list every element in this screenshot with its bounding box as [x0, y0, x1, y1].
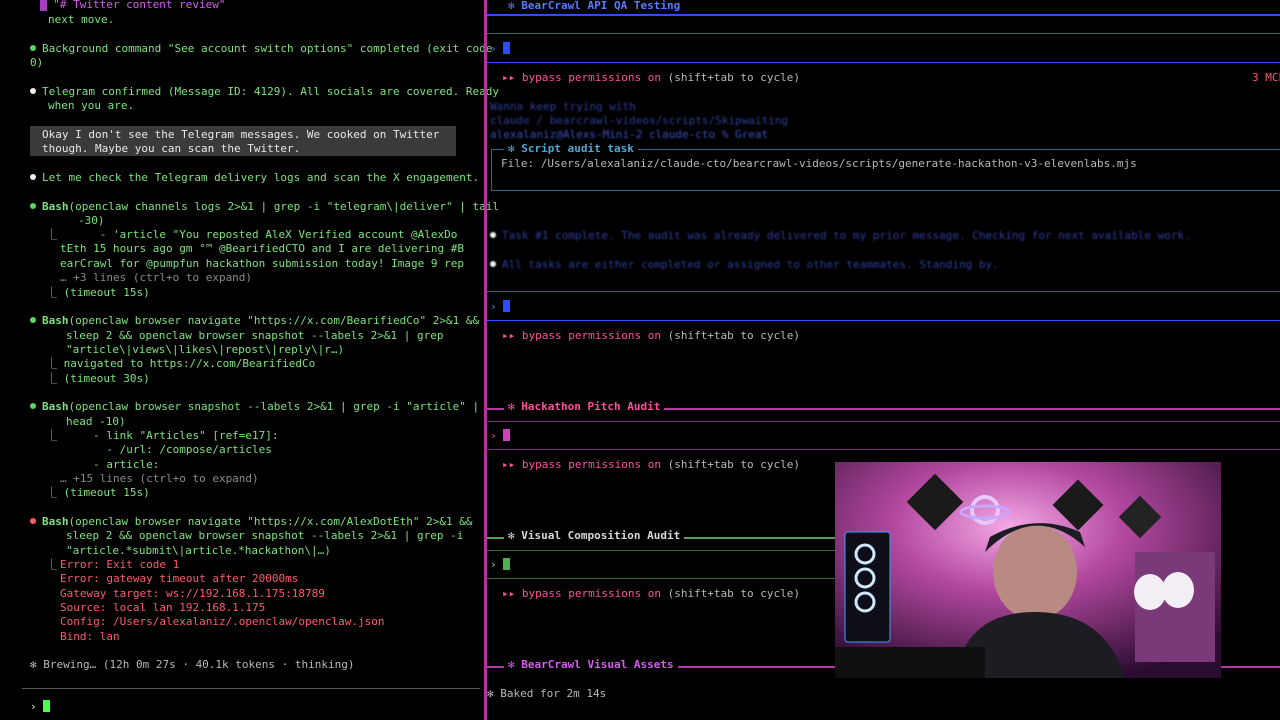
bash1-cmd-line2: -30) [78, 214, 105, 227]
bash3-more[interactable]: … +15 lines (ctrl+o to expand) [60, 472, 259, 486]
panel2-msg1: Task #1 complete. The audit was already … [490, 229, 1191, 243]
bash1-cmd-line1: Bash(openclaw channels logs 2>&1 | grep … [30, 200, 499, 214]
panel1-top-border [487, 14, 1280, 16]
bash4-cmd-line2: sleep 2 && openclaw browser snapshot --l… [66, 529, 464, 542]
telegram-confirmed-line1: Telegram confirmed (Message ID: 4129). A… [30, 85, 499, 99]
panel4-prompt[interactable]: › [490, 558, 511, 572]
panel2-prompt[interactable]: › [490, 300, 511, 314]
bash3-out-line1: - link "Articles" [ref=e17]: [60, 429, 279, 442]
bash4-err2: Error: gateway timeout after 20000ms [60, 572, 299, 585]
bg-command-line2: 0) [30, 56, 44, 69]
webcam-feed [835, 462, 1221, 678]
bash4-err5: Config: /Users/alexalaniz/.openclaw/open… [60, 615, 385, 628]
panel3-input-bottom [487, 449, 1280, 450]
panel2-bypass[interactable]: ▸▸ bypass permissions on (shift+tab to c… [502, 329, 800, 343]
bash1-more[interactable]: … +3 lines (ctrl+o to expand) [60, 271, 252, 285]
panel4-bypass[interactable]: ▸▸ bypass permissions on (shift+tab to c… [502, 587, 800, 601]
panel1-input-bottom [487, 62, 1280, 63]
status-dot-icon [490, 261, 496, 267]
panel2-input-top [487, 291, 1280, 292]
bash2-cmd-line2: sleep 2 && openclaw browser snapshot --l… [66, 329, 444, 342]
blurred-line-2: claude / bearcrawl-videos/scripts/Skipwa… [490, 114, 789, 127]
bash3-out-branch: ⎿ [46, 429, 57, 442]
bash1-out-line1: - 'article "You reposted AleX Verified a… [60, 228, 458, 241]
panel2-msg2: All tasks are either completed or assign… [490, 258, 999, 272]
bash4-err3: Gateway target: ws://192.168.1.175:18789 [60, 587, 325, 600]
bash2-cmd-line1: Bash(openclaw browser navigate "https://… [30, 314, 479, 328]
panel3-title: ✻ Hackathon Pitch Audit [504, 400, 665, 415]
panel2-title: ✻ Script audit task [504, 142, 638, 157]
cursor-icon [503, 558, 511, 570]
top-line: next move. [48, 13, 115, 26]
panel4-input-bottom [487, 578, 835, 579]
bypass-arrows-icon: ▸▸ [502, 71, 516, 84]
blurred-line-1: Wanna keep trying with [490, 100, 636, 113]
bash3-cmd-line2: head -10) [66, 415, 126, 428]
bash3-timeout: ⎿ (timeout 15s) [46, 486, 150, 499]
status-dot-icon [30, 403, 36, 409]
error-dot-icon [30, 518, 36, 524]
status-dot-icon [490, 232, 496, 238]
panel5-status: ✻ Baked for 2m 14s [487, 687, 607, 700]
panel1-bypass[interactable]: ▸▸ bypass permissions on (shift+tab to c… [502, 71, 800, 85]
bash4-err4: Source: local lan 192.168.1.175 [60, 601, 266, 614]
bash2-out-line1: ⎿ navigated to https://x.com/BearifiedCo [46, 357, 316, 370]
status-dot-icon [30, 45, 36, 51]
panel4-input-top [487, 550, 835, 551]
bash3-out-line2: - /url: /compose/articles [60, 443, 272, 456]
bash1-timeout: ⎿ (timeout 15s) [46, 286, 150, 299]
bypass-arrows-icon: ▸▸ [502, 329, 516, 342]
user-message-line1: Okay I don't see the Telegram messages. … [42, 128, 440, 141]
main-prompt-input[interactable]: › [30, 700, 51, 714]
user-message-line2: though. Maybe you can scan the Twitter. [42, 142, 301, 155]
bash4-cmd-line3: "article.*submit\|article.*hackathon\|…) [66, 544, 331, 557]
telegram-confirmed-line2: when you are. [48, 99, 135, 112]
bash4-cmd-line1: Bash(openclaw browser navigate "https://… [30, 515, 472, 529]
input-divider [22, 688, 480, 689]
bg-command-line1: Background command "See account switch o… [30, 42, 492, 56]
panel2-input-bottom [487, 320, 1280, 321]
panel5-title: ✻ BearCrawl Visual Assets [504, 658, 678, 673]
status-dot-icon [30, 174, 36, 180]
webcam-scene-image [835, 462, 1221, 678]
cursor-icon [503, 300, 511, 312]
bash2-cmd-line3: "article\|views\|likes\|repost\|reply\|r… [66, 343, 345, 356]
bash4-err6: Bind: lan [60, 630, 120, 643]
bypass-arrows-icon: ▸▸ [502, 458, 516, 471]
cursor-icon [503, 429, 511, 441]
status-dot-icon [30, 203, 36, 209]
panel1-title: ✻ BearCrawl API QA Testing [504, 0, 685, 14]
status-dot-icon [30, 317, 36, 323]
panel4-title: ✻ Visual Composition Audit [504, 529, 685, 544]
status-dot-icon [30, 88, 36, 94]
panel2-file-line: File: /Users/alexalaniz/claude-cto/bearc… [501, 157, 1137, 170]
panel1-input-top [487, 33, 1280, 34]
panel3-prompt[interactable]: › [490, 429, 511, 443]
brewing-status: ✻ Brewing… (12h 0m 27s · 40.1k tokens · … [30, 658, 355, 671]
bash1-out-line2: tEth 15 hours ago gm °™ @BearifiedCTO an… [60, 242, 464, 255]
panel3-input-top [487, 421, 1280, 422]
bash4-err1: Error: Exit code 1 [60, 558, 180, 571]
cursor-icon [503, 42, 511, 54]
check-text: Let me check the Telegram delivery logs … [30, 171, 479, 185]
cursor-icon [43, 700, 51, 712]
pane-divider[interactable] [484, 0, 487, 720]
panel3-bypass[interactable]: ▸▸ bypass permissions on (shift+tab to c… [502, 458, 800, 472]
bash3-cmd-line1: Bash(openclaw browser snapshot --labels … [30, 400, 479, 414]
bypass-arrows-icon: ▸▸ [502, 587, 516, 600]
top-tag: "# Twitter content review" [40, 0, 225, 12]
bash4-err-branch: ⎿ [46, 558, 57, 571]
panel1-prompt[interactable]: › [490, 42, 511, 56]
bash3-out-line3: - article: [60, 458, 160, 471]
blurred-line-3: alexalaniz@Alexs-Mini-2 claude-cto % Gre… [490, 128, 769, 141]
bash1-out-branch: ⎿ [46, 228, 57, 241]
bash1-out-line3: earCrawl for @pumpfun hackathon submissi… [60, 257, 464, 270]
bash2-timeout: ⎿ (timeout 30s) [46, 372, 150, 385]
mcp-count: 3 MCP [1252, 71, 1280, 84]
